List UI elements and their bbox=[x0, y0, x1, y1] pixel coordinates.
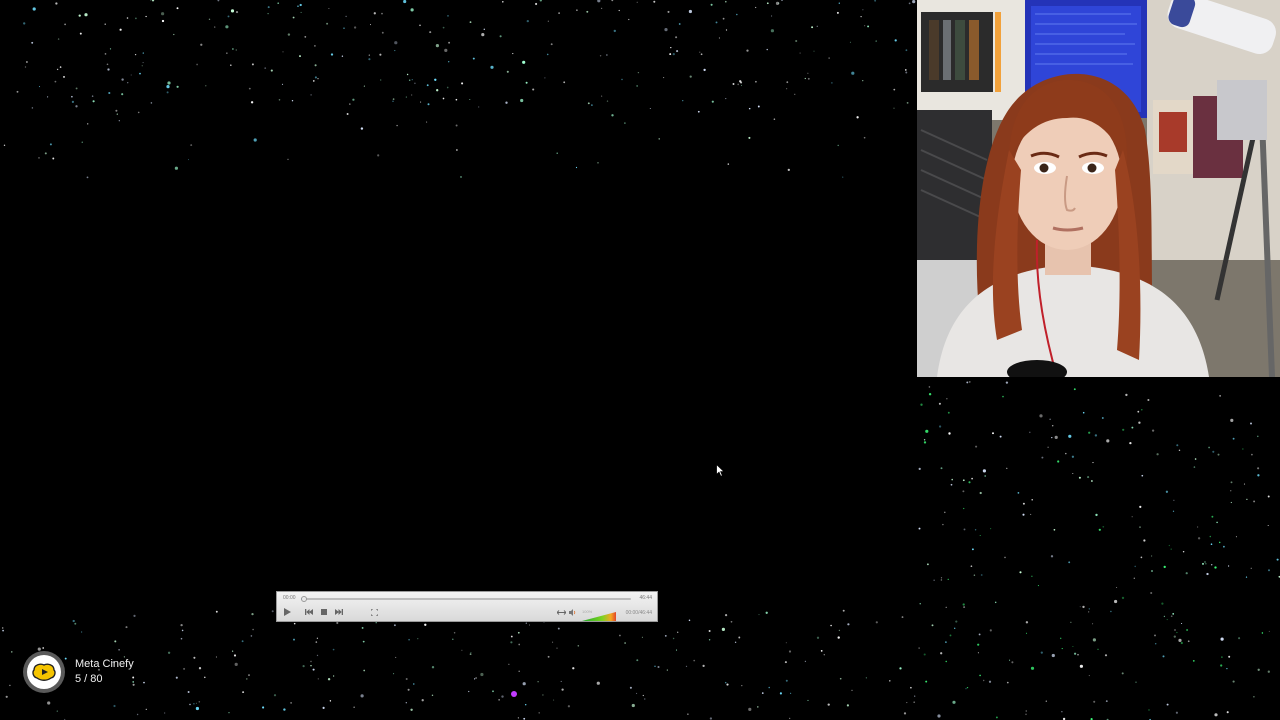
fullscreen-icon bbox=[370, 608, 378, 618]
channel-title: Meta Cinefy bbox=[75, 658, 134, 670]
volume-icon bbox=[569, 608, 577, 618]
previous-button[interactable] bbox=[303, 608, 315, 618]
media-player-controls[interactable]: 00:00 46:44 100% 00:00/46:44 bbox=[276, 591, 658, 622]
current-time-label: 00:00 bbox=[283, 595, 296, 601]
mute-button[interactable] bbox=[567, 608, 579, 618]
play-icon bbox=[283, 608, 291, 618]
cinefy-logo-icon bbox=[32, 663, 56, 681]
webcam-overlay bbox=[917, 0, 1280, 377]
play-button[interactable] bbox=[281, 608, 293, 618]
previous-icon bbox=[305, 609, 313, 617]
mouse-cursor-icon bbox=[716, 464, 725, 477]
seek-bar-knob[interactable] bbox=[301, 596, 308, 602]
stop-button[interactable] bbox=[318, 608, 330, 618]
fullscreen-button[interactable] bbox=[368, 608, 380, 618]
total-time-label: 46:44 bbox=[639, 595, 652, 601]
seek-bar[interactable] bbox=[301, 596, 631, 602]
stop-icon bbox=[321, 609, 327, 617]
volume-slider[interactable] bbox=[582, 612, 616, 621]
cinefy-badge bbox=[23, 651, 65, 693]
stretch-button[interactable] bbox=[555, 608, 567, 618]
item-counter: 5 / 80 bbox=[75, 673, 103, 685]
next-icon bbox=[335, 609, 343, 617]
elapsed-time-label: 00:00/46:44 bbox=[625, 610, 652, 616]
stretch-icon bbox=[556, 609, 566, 617]
next-button[interactable] bbox=[333, 608, 345, 618]
webcam-feed bbox=[917, 0, 1280, 377]
